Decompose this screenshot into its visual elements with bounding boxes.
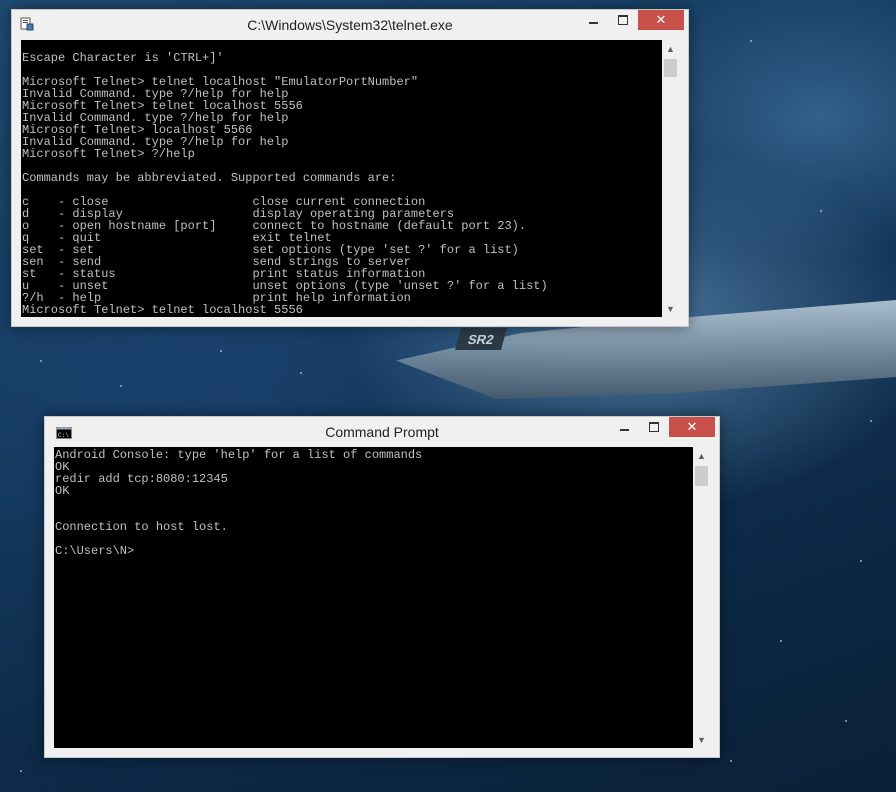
cmd-window-line: C:\Users\N> — [55, 544, 135, 558]
maximize-icon — [649, 422, 659, 432]
minimize-icon — [588, 22, 598, 24]
cmd-window[interactable]: C:\ Command Prompt ✕ Android Console: ty… — [44, 416, 720, 758]
cmd-close-button[interactable]: ✕ — [669, 417, 715, 437]
scroll-down-icon[interactable]: ▼ — [693, 731, 710, 748]
telnet-minimize-button[interactable] — [578, 10, 608, 30]
telnet-console-area[interactable]: Escape Character is 'CTRL+]' Microsoft Te… — [21, 40, 679, 317]
telnet-titlebar[interactable]: C:\Windows\System32\telnet.exe ✕ — [12, 10, 688, 40]
close-icon: ✕ — [686, 419, 698, 434]
cmd-maximize-button[interactable] — [639, 417, 669, 437]
maximize-icon — [618, 15, 628, 25]
telnet-window-line: Commands may be abbreviated. Supported c… — [22, 171, 397, 185]
telnet-close-button[interactable]: ✕ — [638, 10, 684, 30]
cmd-window-line: OK — [55, 484, 70, 498]
telnet-scroll-thumb[interactable] — [664, 59, 677, 77]
telnet-window-line: Escape Character is 'CTRL+]' — [22, 51, 224, 65]
cmd-minimize-button[interactable] — [609, 417, 639, 437]
scroll-up-icon[interactable]: ▲ — [693, 447, 710, 464]
scroll-down-icon[interactable]: ▼ — [662, 300, 679, 317]
ship-marking: SR2 — [455, 328, 507, 350]
cmd-scrollbar[interactable]: ▲ ▼ — [693, 447, 710, 748]
cmd-window-line — [55, 533, 693, 545]
cmd-console-output[interactable]: Android Console: type 'help' for a list … — [54, 449, 693, 748]
minimize-icon — [619, 429, 629, 431]
telnet-console-output[interactable]: Escape Character is 'CTRL+]' Microsoft Te… — [21, 40, 662, 317]
cmd-window-line: Android Console: type 'help' for a list … — [55, 449, 423, 462]
cmd-window-line: Connection to host lost. — [55, 520, 228, 534]
cmd-window-line — [55, 497, 693, 509]
telnet-scrollbar[interactable]: ▲ ▼ — [662, 40, 679, 317]
telnet-maximize-button[interactable] — [608, 10, 638, 30]
close-icon: ✕ — [655, 12, 667, 27]
cmd-window-line: redir add tcp:8080:12345 — [55, 472, 228, 486]
cmd-console-area[interactable]: Android Console: type 'help' for a list … — [54, 447, 710, 748]
telnet-window-line: Microsoft Telnet> telnet localhost 5556 — [22, 303, 303, 317]
telnet-window-line: Microsoft Telnet> ?/help — [22, 147, 195, 161]
scroll-up-icon[interactable]: ▲ — [662, 40, 679, 57]
cmd-titlebar[interactable]: C:\ Command Prompt ✕ — [45, 417, 719, 447]
telnet-window[interactable]: C:\Windows\System32\telnet.exe ✕ Escape … — [11, 9, 689, 327]
cmd-scroll-thumb[interactable] — [695, 466, 708, 486]
